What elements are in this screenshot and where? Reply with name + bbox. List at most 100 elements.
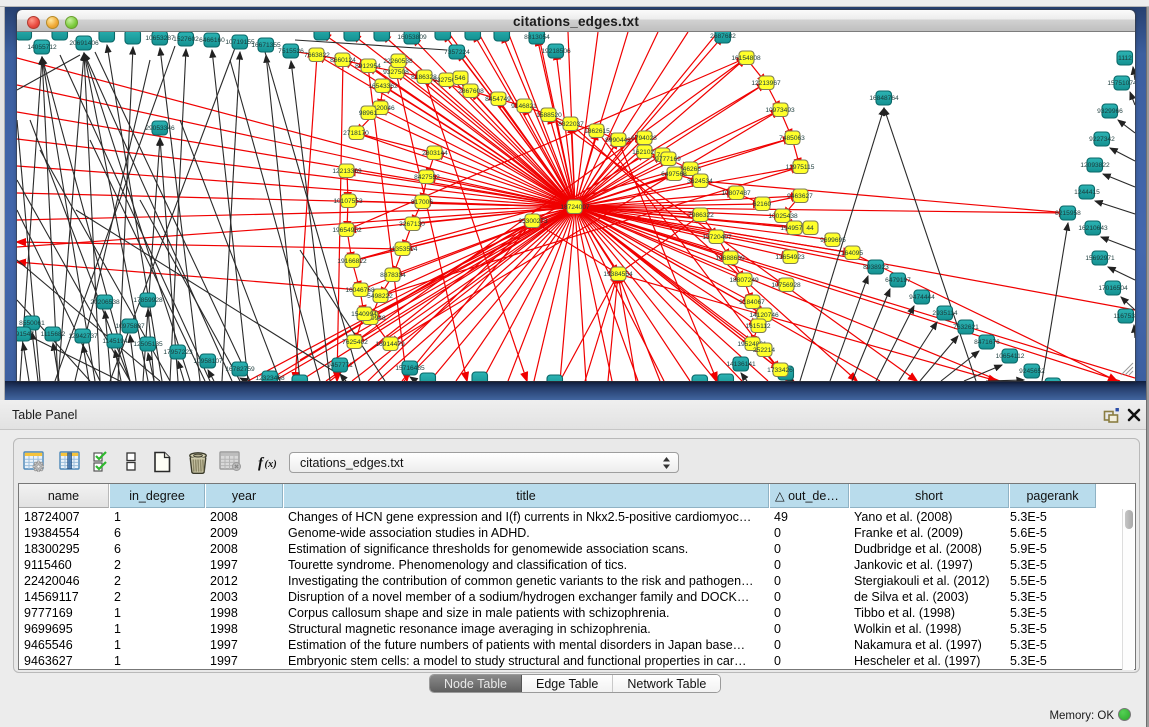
svg-text:17016504: 17016504 — [1098, 285, 1128, 292]
svg-text:19218506: 19218506 — [541, 48, 571, 55]
svg-text:44: 44 — [806, 225, 814, 232]
svg-text:8454749: 8454749 — [485, 96, 511, 103]
svg-text:10653287: 10653287 — [145, 35, 175, 42]
svg-text:9699695: 9699695 — [820, 237, 846, 244]
svg-text:7632621: 7632621 — [953, 324, 979, 331]
svg-text:2867608: 2867608 — [458, 88, 484, 95]
svg-text:8660124: 8660124 — [330, 57, 356, 64]
svg-text:15692971: 15692971 — [1085, 255, 1115, 262]
svg-text:16848764: 16848764 — [869, 95, 899, 102]
svg-text:1527602: 1527602 — [173, 36, 199, 43]
svg-text:17859928: 17859928 — [133, 297, 163, 304]
svg-text:16671355: 16671355 — [251, 42, 281, 49]
svg-text:9327508: 9327508 — [383, 69, 409, 76]
svg-text:29053346: 29053346 — [145, 125, 175, 132]
svg-text:3267130: 3267130 — [399, 221, 425, 228]
svg-text:8938923: 8938923 — [863, 264, 889, 271]
svg-text:16782759: 16782759 — [225, 366, 255, 373]
svg-text:12213369: 12213369 — [332, 168, 362, 175]
svg-text:17957223: 17957223 — [163, 349, 193, 356]
svg-text:1615112: 1615112 — [745, 323, 771, 330]
svg-text:1540994: 1540994 — [351, 311, 377, 318]
svg-text:22260538: 22260538 — [383, 58, 413, 65]
svg-text:1588520: 1588520 — [536, 112, 562, 119]
svg-text:15720407: 15720407 — [702, 234, 732, 241]
svg-text:16154808: 16154808 — [731, 55, 761, 62]
svg-text:1145194: 1145194 — [102, 338, 128, 345]
svg-text:8550061: 8550061 — [19, 320, 45, 327]
svg-text:252214: 252214 — [753, 347, 775, 354]
svg-text:19654952: 19654952 — [332, 227, 362, 234]
svg-text:14055712: 14055712 — [27, 44, 57, 51]
svg-text:13654923: 13654923 — [775, 254, 805, 261]
svg-text:6479197: 6479197 — [885, 277, 911, 284]
svg-text:14136141: 14136141 — [726, 361, 756, 368]
svg-text:16053809: 16053809 — [397, 34, 427, 41]
svg-text:7515526: 7515526 — [278, 48, 304, 55]
svg-text:1244415: 1244415 — [1074, 189, 1100, 196]
svg-text:12975115: 12975115 — [786, 164, 815, 171]
svg-text:9777169: 9777169 — [655, 156, 681, 163]
svg-text:9146821: 9146821 — [511, 103, 537, 110]
svg-text:5498222: 5498222 — [367, 293, 393, 300]
svg-text:10975887: 10975887 — [115, 323, 145, 330]
svg-text:16543362: 16543362 — [368, 83, 398, 90]
svg-text:6466160: 6466160 — [199, 37, 225, 44]
svg-text:12093822: 12093822 — [1080, 162, 1110, 169]
svg-text:8427552: 8427552 — [414, 174, 440, 181]
svg-text:14120746: 14120746 — [749, 312, 779, 319]
svg-text:8215958: 8215958 — [1055, 210, 1081, 217]
svg-text:9474444: 9474444 — [909, 294, 935, 301]
svg-text:16210643: 16210643 — [1078, 225, 1108, 232]
svg-text:16046768: 16046768 — [345, 287, 375, 294]
svg-text:8878334: 8878334 — [380, 272, 406, 279]
svg-text:12505135: 12505135 — [133, 341, 163, 348]
svg-text:1115682: 1115682 — [41, 331, 66, 338]
svg-text:7986322: 7986322 — [688, 212, 714, 219]
svg-text:19384554: 19384554 — [603, 271, 633, 278]
svg-text:2718170: 2718170 — [343, 130, 369, 137]
svg-text:20206538: 20206538 — [90, 299, 120, 306]
svg-text:9184067: 9184067 — [739, 299, 765, 306]
svg-text:1733426: 1733426 — [767, 367, 793, 374]
svg-text:98961: 98961 — [359, 110, 378, 117]
svg-text:8813054: 8813054 — [524, 34, 550, 41]
svg-text:10756928: 10756928 — [771, 282, 801, 289]
svg-text:9245652: 9245652 — [1019, 368, 1045, 375]
svg-text:2935114: 2935114 — [932, 310, 958, 317]
svg-text:164095: 164095 — [841, 250, 863, 257]
svg-text:8912954: 8912954 — [355, 63, 381, 70]
svg-text:62160: 62160 — [753, 201, 772, 208]
svg-text:1621022: 1621022 — [632, 149, 658, 156]
svg-text:7485063: 7485063 — [779, 135, 805, 142]
svg-text:1167533: 1167533 — [1113, 313, 1135, 320]
svg-text:10973493: 10973493 — [765, 107, 795, 114]
svg-text:9227342: 9227342 — [1089, 136, 1115, 143]
svg-text:10688609: 10688609 — [715, 255, 745, 262]
svg-text:15751074: 15751074 — [1107, 80, 1135, 87]
svg-text:2803144: 2803144 — [422, 150, 448, 157]
svg-text:10807487: 10807487 — [721, 190, 751, 197]
svg-text:817006: 817006 — [411, 199, 433, 206]
svg-text:2687682: 2687682 — [710, 33, 736, 40]
svg-text:10958107: 10958107 — [193, 358, 223, 365]
svg-text:20691406: 20691406 — [69, 40, 99, 47]
svg-text:(x): (x) — [265, 459, 277, 470]
svg-text:3624534: 3624534 — [687, 178, 713, 185]
svg-text:7625402: 7625402 — [342, 339, 368, 346]
svg-text:16914479: 16914479 — [375, 341, 405, 348]
svg-text:12213967: 12213967 — [751, 80, 781, 87]
svg-text:9329966: 9329966 — [1097, 108, 1123, 115]
svg-text:10025438: 10025438 — [768, 213, 798, 220]
svg-text:6497568: 6497568 — [661, 171, 687, 178]
svg-text:19166822: 19166822 — [337, 258, 367, 265]
svg-text:10107553: 10107553 — [333, 198, 363, 205]
svg-text:8322037: 8322037 — [558, 121, 584, 128]
svg-text:7663822: 7663822 — [304, 52, 330, 59]
svg-text:1112: 1112 — [1118, 55, 1132, 62]
svg-text:391547: 391547 — [17, 331, 34, 338]
svg-text:8990448: 8990448 — [605, 137, 631, 144]
svg-text:15716485: 15716485 — [395, 365, 425, 372]
svg-text:12942737: 12942737 — [68, 333, 98, 340]
svg-text:7357224: 7357224 — [444, 49, 470, 56]
